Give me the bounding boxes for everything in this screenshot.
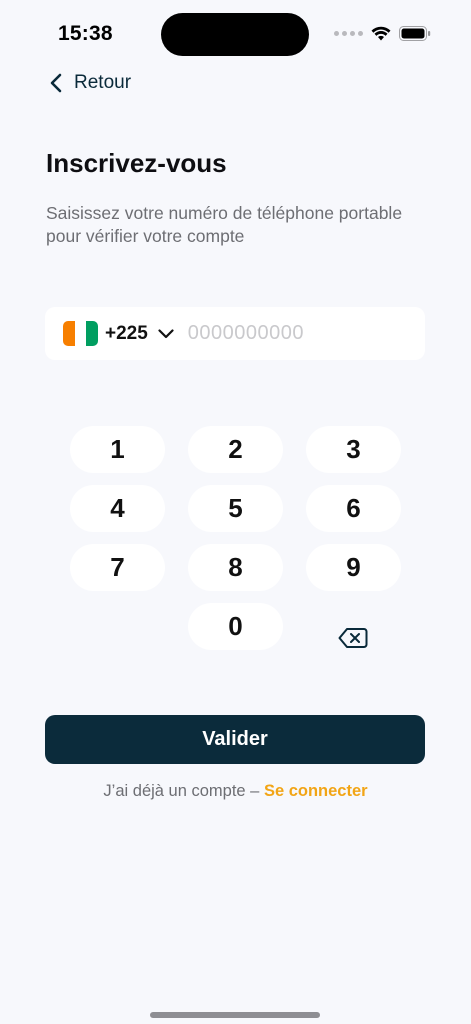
wifi-icon (371, 26, 391, 41)
flag-band-orange (63, 321, 75, 346)
flag-band-white (74, 321, 87, 346)
login-link[interactable]: Se connecter (264, 782, 368, 800)
key-5[interactable]: 5 (188, 485, 283, 532)
key-0[interactable]: 0 (188, 603, 283, 650)
key-8[interactable]: 8 (188, 544, 283, 591)
home-indicator (150, 1012, 320, 1018)
phone-number-input[interactable] (187, 322, 388, 345)
back-label: Retour (74, 72, 132, 93)
dial-code: +225 (105, 322, 148, 344)
key-4[interactable]: 4 (70, 485, 165, 532)
key-6[interactable]: 6 (306, 485, 401, 532)
signal-icon (334, 31, 363, 36)
status-time: 15:38 (58, 22, 113, 45)
chevron-down-icon (158, 328, 174, 338)
key-9[interactable]: 9 (306, 544, 401, 591)
status-icons (334, 26, 431, 41)
phone-field: +225 (45, 307, 425, 360)
login-prompt: J’ai déjà un compte – (103, 782, 260, 800)
chevron-left-icon (50, 73, 62, 93)
page-title: Inscrivez-vous (46, 148, 227, 178)
battery-icon (399, 26, 431, 41)
back-button[interactable]: Retour (50, 72, 131, 94)
backspace-icon[interactable] (338, 627, 368, 649)
dynamic-island (161, 13, 309, 56)
signup-screen: 15:38 Retour Inscrivez-vous Saisissez vo… (0, 0, 471, 1024)
key-7[interactable]: 7 (70, 544, 165, 591)
flag-band-green (86, 321, 98, 346)
key-3[interactable]: 3 (306, 426, 401, 473)
ivory-coast-flag-icon (63, 321, 98, 346)
login-prompt-line: J’ai déjà un compte – Se connecter (0, 782, 471, 801)
submit-button[interactable]: Valider (45, 715, 425, 764)
key-2[interactable]: 2 (188, 426, 283, 473)
key-1[interactable]: 1 (70, 426, 165, 473)
page-subtitle: Saisissez votre numéro de téléphone port… (46, 203, 403, 246)
country-selector[interactable]: +225 (63, 321, 174, 346)
